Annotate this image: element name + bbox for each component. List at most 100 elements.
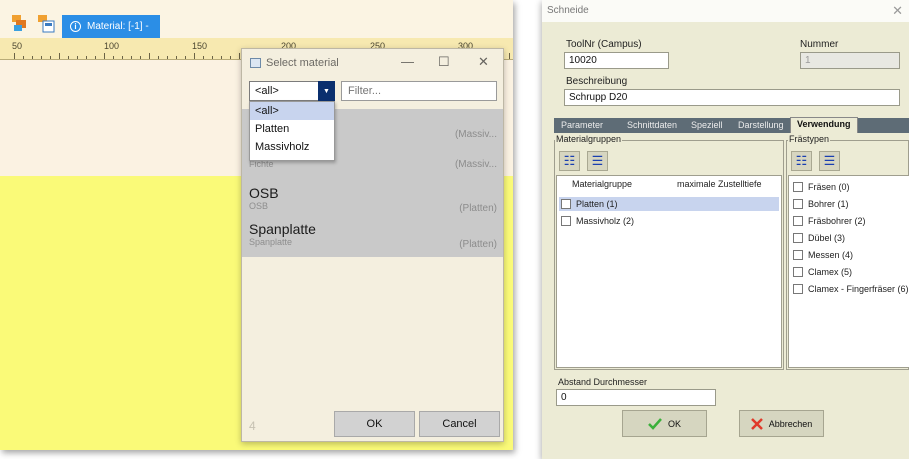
cancel-x-icon [750, 417, 763, 430]
checkbox[interactable] [793, 182, 803, 192]
ruler-tick [140, 56, 141, 59]
checkbox[interactable] [793, 267, 803, 277]
ruler-tick [203, 56, 204, 59]
row-label: Messen (4) [808, 250, 854, 260]
ruler-tick [113, 56, 114, 59]
layers-icon[interactable] [10, 13, 30, 33]
ruler-tick [131, 56, 132, 59]
table-row[interactable]: Massivholz (2) [559, 214, 779, 228]
column-header: maximale Zustelltiefe [677, 179, 762, 189]
list-item[interactable]: Fräsen (0) [791, 180, 909, 194]
ruler-tick [50, 56, 51, 59]
list-item[interactable]: Fräsbohrer (2) [791, 214, 909, 228]
list-item[interactable]: Dübel (3) [791, 231, 909, 245]
filter-input[interactable] [341, 81, 497, 101]
dropdown-option[interactable]: Platten [250, 120, 334, 138]
column-header: Materialgruppe [572, 179, 633, 189]
row-label: Massivholz (2) [576, 216, 635, 226]
list-icon[interactable]: ☰ [819, 151, 840, 171]
ok-button[interactable]: OK [334, 411, 415, 437]
abstand-label: Abstand Durchmesser [558, 377, 648, 387]
close-button[interactable]: ✕ [892, 3, 903, 19]
ruler-tick [14, 53, 15, 59]
nummer-field: 1 [800, 52, 900, 69]
tab-bar: Parameter Schnittdaten Speziell Darstell… [554, 117, 909, 133]
ruler-label: 50 [12, 41, 23, 51]
checkbox[interactable] [793, 233, 803, 243]
ruler-tick [509, 53, 510, 59]
list-item[interactable]: Clamex (5) [791, 265, 909, 279]
info-icon: i [70, 21, 81, 32]
fraestypen-title: Frästypen [788, 134, 831, 144]
toolnr-label: ToolNr (Campus) [566, 39, 642, 50]
maximize-button[interactable]: ☐ [438, 54, 450, 70]
close-button[interactable]: ✕ [478, 54, 489, 70]
ok-button[interactable]: OK [622, 410, 707, 437]
fraestypen-list: Fräsen (0) Bohrer (1) Fräsbohrer (2) Düb… [788, 175, 909, 368]
list-item[interactable]: OSB OSB (Platten) [249, 185, 497, 214]
ruler-tick [176, 56, 177, 59]
row-label: Fräsen (0) [808, 182, 850, 192]
cancel-button[interactable]: Cancel [419, 411, 500, 437]
minimize-button[interactable]: — [401, 54, 414, 69]
nummer-label: Nummer [800, 39, 839, 50]
list-check-icon[interactable]: ☷ [791, 151, 812, 171]
abstand-field[interactable]: 0 [556, 389, 716, 406]
tab-darstellung[interactable]: Darstellung [738, 118, 784, 133]
ruler-tick [23, 56, 24, 59]
row-label: Bohrer (1) [808, 199, 849, 209]
row-label: Clamex - Fingerfräser (6) [808, 284, 909, 294]
item-name: OSB [249, 185, 279, 201]
list-item[interactable]: Clamex - Fingerfräser (6) [791, 282, 909, 296]
ruler-tick [185, 56, 186, 59]
materialgruppen-table: Materialgruppe maximale Zustelltiefe Pla… [556, 175, 782, 368]
save-layers-icon[interactable] [36, 13, 56, 33]
list-item[interactable]: Spanplatte Spanplatte (Platten) [249, 221, 497, 250]
checkbox[interactable] [793, 284, 803, 294]
dropdown-option[interactable]: Massivholz [250, 138, 334, 156]
ruler-label: 150 [192, 41, 208, 51]
materialgruppen-title: Materialgruppen [555, 134, 623, 144]
ruler-tick [158, 56, 159, 59]
list-item[interactable]: Bohrer (1) [791, 197, 909, 211]
ruler-tick [221, 56, 222, 59]
checkbox[interactable] [793, 250, 803, 260]
checkbox[interactable] [561, 216, 571, 226]
abbrechen-button[interactable]: Abbrechen [739, 410, 824, 437]
list-icon[interactable]: ☰ [587, 151, 608, 171]
checkbox[interactable] [793, 199, 803, 209]
app-icon [250, 58, 261, 68]
tab-verwendung[interactable]: Verwendung [790, 117, 858, 133]
ruler-tick [95, 56, 96, 59]
list-item[interactable]: Messen (4) [791, 248, 909, 262]
item-group: (Massiv... [454, 129, 497, 140]
material-button[interactable]: i Material: [-1] - [62, 15, 160, 38]
ruler-tick [212, 56, 213, 59]
tab-speziell[interactable]: Speziell [691, 118, 723, 133]
window-titlebar: Schneide ✕ [542, 0, 909, 22]
ruler-tick [167, 56, 168, 59]
dropdown-arrow-icon[interactable]: ▼ [318, 81, 335, 101]
tab-schnittdaten[interactable]: Schnittdaten [627, 118, 677, 133]
item-group: (Massiv... [454, 159, 497, 170]
ruler-tick [68, 56, 69, 59]
row-label: Clamex (5) [808, 267, 853, 277]
ruler-tick [41, 56, 42, 59]
dropdown-option[interactable]: <all> [250, 102, 334, 120]
item-group: (Platten) [459, 239, 497, 250]
select-material-dialog: Select material — ☐ ✕ (Massiv... Fichte … [241, 48, 504, 442]
material-button-label: Material: [-1] - [87, 21, 149, 32]
ruler-tick [59, 53, 60, 59]
ruler-tick [239, 53, 240, 59]
checkbox[interactable] [793, 216, 803, 226]
item-group: (Platten) [459, 203, 497, 214]
ruler-tick [149, 53, 150, 59]
tab-parameter[interactable]: Parameter [561, 118, 603, 133]
beschreibung-field[interactable]: Schrupp D20 [564, 89, 900, 106]
checkbox[interactable] [561, 199, 571, 209]
check-icon [648, 417, 662, 430]
list-check-icon[interactable]: ☷ [559, 151, 580, 171]
table-row[interactable]: Platten (1) [559, 197, 779, 211]
material-editor-window: i Material: [-1] - 50 100 150 200 250 30… [0, 0, 513, 450]
toolnr-field[interactable]: 10020 [564, 52, 669, 69]
